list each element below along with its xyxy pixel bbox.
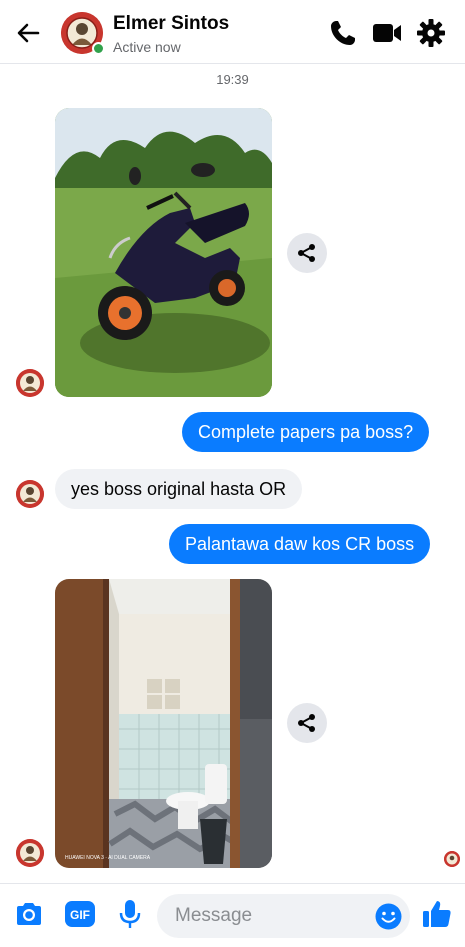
contact-avatar-small[interactable] xyxy=(16,839,44,867)
message-field[interactable] xyxy=(157,894,410,938)
gif-label: GIF xyxy=(70,908,90,922)
incoming-message[interactable]: yes boss original hasta OR xyxy=(55,469,303,509)
contact-status: Active now xyxy=(113,39,181,55)
share-button[interactable] xyxy=(287,703,327,743)
contact-avatar-small[interactable] xyxy=(16,480,44,508)
message-composer: GIF xyxy=(0,883,465,947)
seen-receipt-avatar xyxy=(444,851,460,867)
camera-watermark: HUAWEI NOVA 3 · AI DUAL CAMERA xyxy=(65,855,151,861)
message-input[interactable] xyxy=(175,894,365,938)
active-status-dot xyxy=(92,42,105,55)
share-button[interactable] xyxy=(287,233,327,273)
shared-photo-scooter[interactable] xyxy=(55,108,272,397)
contact-name[interactable]: Elmer Sintos xyxy=(113,13,229,35)
message-timestamp: 19:39 xyxy=(216,72,249,87)
video-camera-icon[interactable] xyxy=(371,17,403,49)
gif-icon[interactable]: GIF xyxy=(64,898,96,930)
contact-avatar-small[interactable] xyxy=(16,369,44,397)
microphone-icon[interactable] xyxy=(114,898,146,930)
emoji-icon[interactable] xyxy=(375,903,402,930)
back-arrow-icon[interactable] xyxy=(14,18,44,48)
share-icon xyxy=(298,714,315,732)
outgoing-message[interactable]: Complete papers pa boss? xyxy=(182,412,430,452)
camera-icon[interactable] xyxy=(13,898,45,930)
shared-photo-bathroom[interactable]: HUAWEI NOVA 3 · AI DUAL CAMERA xyxy=(55,579,272,868)
outgoing-message[interactable]: Palantawa daw kos CR boss xyxy=(169,524,431,564)
share-icon xyxy=(298,244,315,262)
phone-icon[interactable] xyxy=(327,17,359,49)
thumbs-up-icon[interactable] xyxy=(421,898,453,930)
gear-icon[interactable] xyxy=(415,17,447,49)
chat-header: Elmer Sintos Active now xyxy=(0,0,465,64)
